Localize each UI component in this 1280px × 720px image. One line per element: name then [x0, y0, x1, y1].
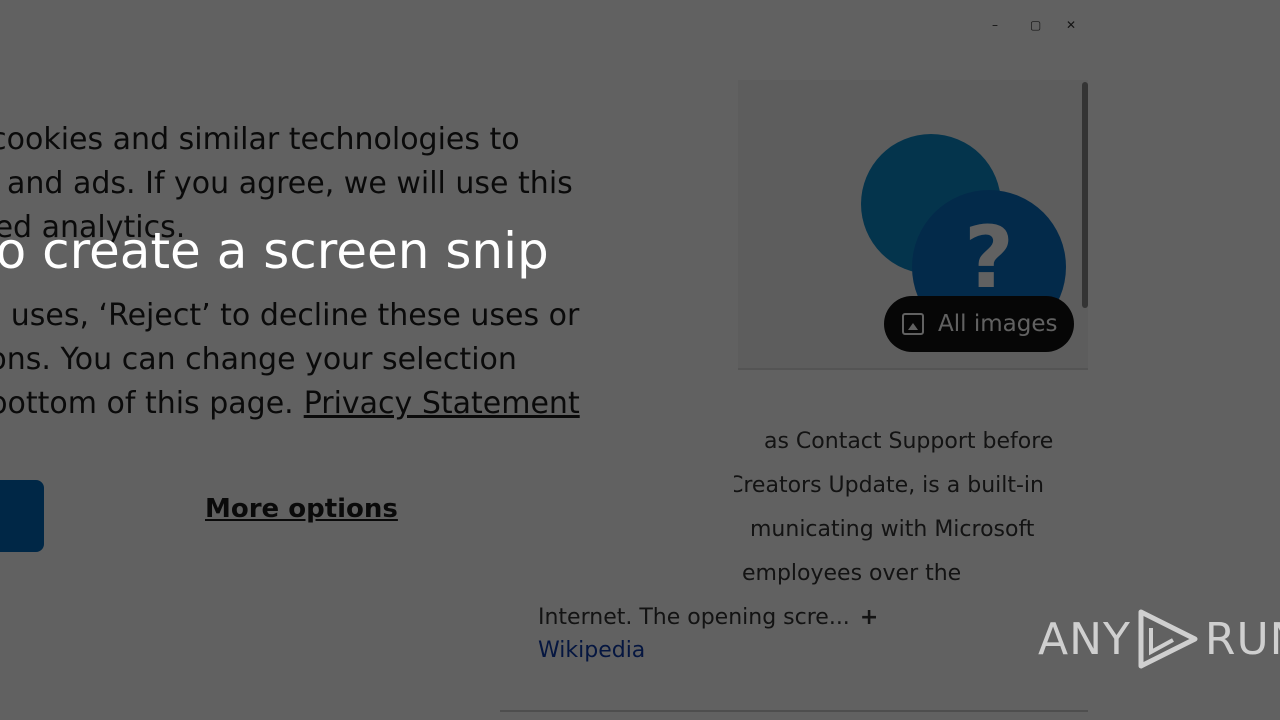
play-logo-icon	[1138, 609, 1198, 669]
question-mark-icon: ?	[964, 208, 1014, 308]
consent-line: ervices and ads. If you agree, we will u…	[0, 166, 573, 201]
wikipedia-link[interactable]: Wikipedia	[538, 638, 645, 663]
close-icon[interactable]: ✕	[1066, 18, 1076, 32]
scrollbar[interactable]	[1082, 82, 1088, 308]
snip-title: to create a screen snip	[0, 222, 549, 280]
watermark-right: RUN	[1204, 613, 1280, 665]
divider	[500, 710, 1088, 712]
consent-line: at the bottom of this page.	[0, 386, 294, 421]
minimize-icon[interactable]: –	[992, 18, 998, 32]
maximize-icon[interactable]: ▢	[1030, 18, 1041, 32]
wiki-line: Internet. The opening scre...	[538, 605, 850, 630]
privacy-statement-link[interactable]: Privacy Statement	[304, 386, 580, 421]
expand-plus-icon[interactable]: +	[860, 605, 878, 630]
watermark-left: ANY	[1038, 613, 1131, 665]
accept-button[interactable]	[0, 480, 44, 552]
image-icon	[902, 313, 924, 335]
all-images-button[interactable]: All images	[884, 296, 1074, 352]
cookie-consent-dialog: rs use cookies and similar technologies …	[0, 0, 734, 592]
all-images-label: All images	[938, 311, 1058, 337]
wiki-line-last: Internet. The opening scre... +	[538, 596, 1058, 640]
consent-line: o these uses, ‘Reject’ to decline these …	[0, 298, 580, 333]
more-options-link[interactable]: More options	[205, 494, 398, 524]
consent-line: rs use cookies and similar technologies …	[0, 122, 520, 157]
anyrun-watermark: ANY RUN	[1038, 608, 1280, 670]
consent-line-last: at the bottom of this page. Privacy State…	[0, 382, 734, 426]
consent-line: ur options. You can change your selectio…	[0, 342, 517, 377]
